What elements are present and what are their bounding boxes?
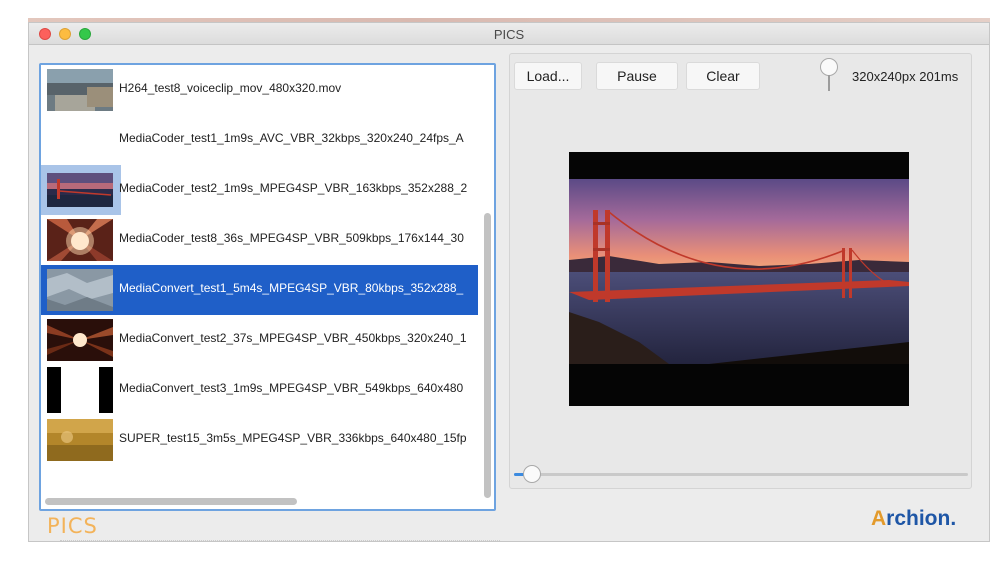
file-list-item[interactable]: MediaCoder_test2_1m9s_MPEG4SP_VBR_163kbp… (41, 165, 478, 215)
file-name: MediaCoder_test8_36s_MPEG4SP_VBR_509kbps… (119, 231, 464, 245)
file-list-item[interactable]: MediaCoder_test1_1m9s_AVC_VBR_32kbps_320… (41, 115, 478, 165)
window-title: PICS (493, 27, 525, 42)
file-list-item[interactable]: H264_test8_voiceclip_mov_480x320.mov (41, 65, 478, 115)
pics-logo: PICS (47, 514, 98, 538)
archion-logo-text: rchion. (886, 507, 957, 530)
file-list-item[interactable]: MediaConvert_test2_37s_MPEG4SP_VBR_450kb… (41, 315, 478, 365)
file-name: MediaConvert_test1_5m4s_MPEG4SP_VBR_80kb… (119, 281, 464, 295)
title-bar[interactable]: PICS (29, 23, 989, 45)
player-panel: Load... Pause Clear 320x240px 201ms (509, 53, 972, 489)
horizontal-scrollbar[interactable] (45, 498, 297, 505)
file-list-item[interactable]: SUPER_test15_3m5s_MPEG4SP_VBR_336kbps_64… (41, 415, 478, 465)
file-name: SUPER_test15_3m5s_MPEG4SP_VBR_336kbps_64… (119, 431, 467, 445)
video-thumbnail (47, 69, 113, 111)
seek-bar-knob[interactable] (523, 465, 542, 483)
video-frame-image (569, 152, 909, 406)
video-thumbnail (47, 173, 113, 207)
archion-logo-mark: A (871, 507, 887, 530)
video-thumbnail (47, 367, 113, 413)
file-name: MediaCoder_test1_1m9s_AVC_VBR_32kbps_320… (119, 131, 464, 145)
load-button[interactable]: Load... (514, 62, 582, 90)
file-name: H264_test8_voiceclip_mov_480x320.mov (119, 81, 342, 95)
video-preview (569, 152, 909, 406)
file-name: MediaConvert_test2_37s_MPEG4SP_VBR_450kb… (119, 331, 467, 345)
background-scribble (60, 540, 500, 548)
file-name: MediaCoder_test2_1m9s_MPEG4SP_VBR_163kbp… (119, 181, 468, 195)
frame-info: 320x240px 201ms (852, 69, 959, 84)
slider-knob-head[interactable] (820, 58, 838, 76)
file-list[interactable]: H264_test8_voiceclip_mov_480x320.mov Med… (39, 63, 496, 511)
file-list-item[interactable]: MediaCoder_test8_36s_MPEG4SP_VBR_509kbps… (41, 215, 478, 265)
clear-button[interactable]: Clear (686, 62, 760, 90)
pause-button[interactable]: Pause (596, 62, 678, 90)
screenshot-stage: PICS H264_test8_voiceclip_mov_480x320.mo… (0, 0, 1000, 565)
vertical-scrollbar[interactable] (484, 213, 491, 498)
file-list-item-selected[interactable]: MediaConvert_test1_5m4s_MPEG4SP_VBR_80kb… (41, 265, 478, 315)
app-window: PICS H264_test8_voiceclip_mov_480x320.mo… (28, 22, 990, 542)
archion-logo: Archion. (871, 507, 956, 531)
video-thumbnail (47, 219, 113, 261)
seek-bar-track[interactable] (514, 473, 968, 476)
video-thumbnail (47, 269, 113, 311)
size-slider-knob[interactable] (820, 58, 838, 94)
file-name: MediaConvert_test3_1m9s_MPEG4SP_VBR_549k… (119, 381, 464, 395)
file-list-item[interactable]: MediaConvert_test3_1m9s_MPEG4SP_VBR_549k… (41, 365, 478, 415)
video-thumbnail (47, 419, 113, 461)
video-thumbnail (47, 319, 113, 361)
slider-knob-stem (828, 75, 830, 91)
